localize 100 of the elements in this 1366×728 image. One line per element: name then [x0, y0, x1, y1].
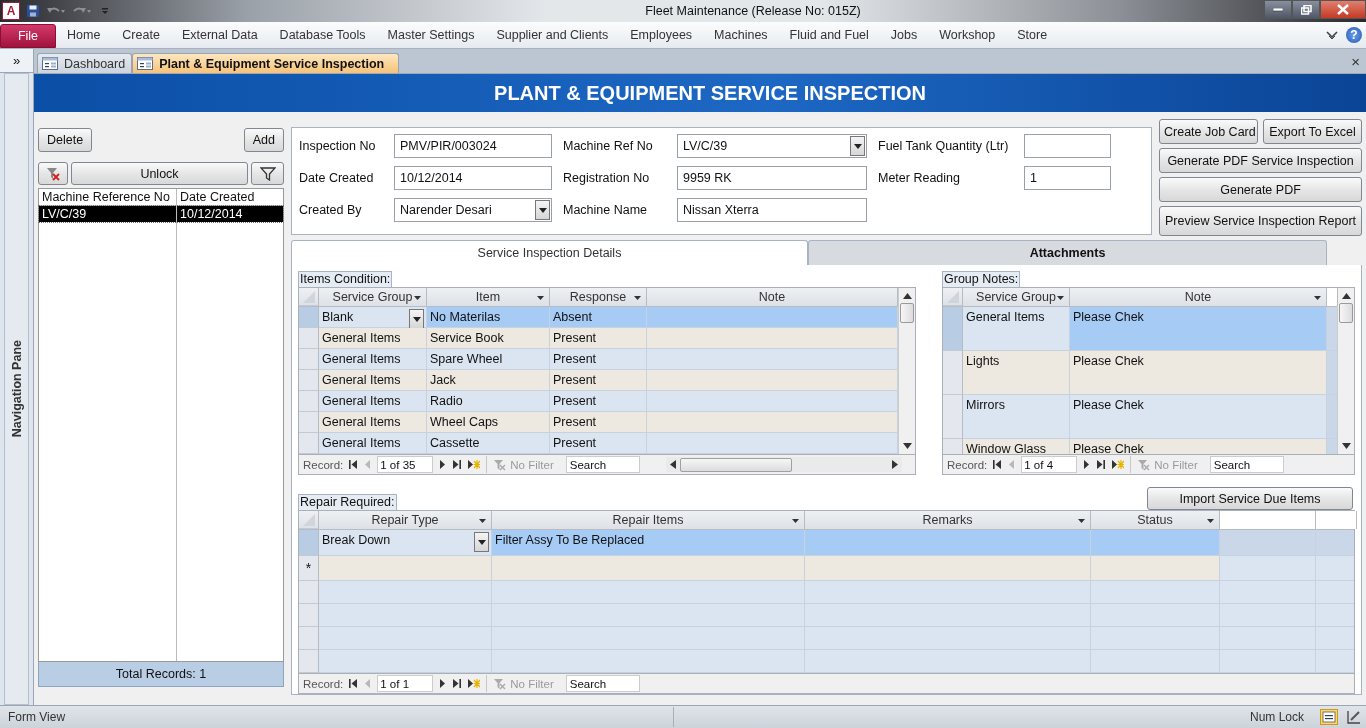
column-header[interactable]: Remarks: [805, 511, 1091, 529]
new-row-cell[interactable]: [492, 556, 805, 581]
new-record-icon[interactable]: [1111, 460, 1125, 469]
scroll-thumb[interactable]: [679, 457, 792, 472]
table-cell[interactable]: General Items: [319, 349, 427, 370]
dropdown-arrow-icon[interactable]: [1207, 519, 1214, 523]
table-cell[interactable]: Please Chek: [1070, 395, 1327, 439]
new-row-cell[interactable]: [805, 556, 1091, 581]
next-record-icon[interactable]: [439, 460, 447, 469]
table-cell[interactable]: [647, 328, 898, 349]
table-cell[interactable]: Present: [550, 412, 647, 433]
save-icon[interactable]: [26, 4, 40, 18]
table-cell[interactable]: [647, 433, 898, 454]
ribbon-tab[interactable]: Master Settings: [376, 23, 486, 47]
table-cell[interactable]: Present: [550, 433, 647, 454]
ribbon-tab[interactable]: Fluid and Fuel: [778, 23, 880, 47]
close-button[interactable]: [1320, 0, 1366, 19]
table-cell[interactable]: [647, 370, 898, 391]
nav-pane-toggle[interactable]: »: [0, 49, 33, 73]
table-cell[interactable]: Filter Assy To Be Replaced: [492, 530, 805, 556]
column-header[interactable]: Service Group: [319, 288, 427, 306]
ribbon-tab[interactable]: Machines: [703, 23, 779, 47]
ribbon-tab[interactable]: Store: [1006, 23, 1059, 47]
table-cell[interactable]: [1091, 530, 1220, 556]
table-cell[interactable]: Absent: [550, 307, 647, 328]
table-cell[interactable]: General Items: [319, 328, 427, 349]
new-record-icon[interactable]: [467, 460, 481, 469]
form-tab[interactable]: Service Inspection Details: [291, 240, 808, 265]
table-cell[interactable]: [647, 391, 898, 412]
table-cell[interactable]: [647, 349, 898, 370]
table-cell[interactable]: Present: [550, 328, 647, 349]
record-row[interactable]: LV/C/39 10/12/2014: [39, 206, 283, 222]
ribbon-collapse-icon[interactable]: [1326, 30, 1338, 40]
ribbon-tab[interactable]: Supplier and Clients: [485, 23, 620, 47]
last-record-icon[interactable]: [452, 679, 462, 688]
last-record-icon[interactable]: [452, 460, 462, 469]
first-record-icon[interactable]: [349, 679, 359, 688]
filter-button[interactable]: [251, 162, 284, 185]
table-cell[interactable]: [647, 412, 898, 433]
dropdown-arrow-icon[interactable]: [792, 519, 799, 523]
ribbon-tab[interactable]: Database Tools: [268, 23, 377, 47]
ribbon-tab[interactable]: External Data: [170, 23, 269, 47]
ribbon-tab[interactable]: Create: [111, 23, 171, 47]
first-record-icon[interactable]: [349, 460, 359, 469]
ribbon-tab[interactable]: Employees: [619, 23, 704, 47]
table-cell[interactable]: Cassette: [427, 433, 550, 454]
next-record-icon[interactable]: [439, 679, 447, 688]
table-cell[interactable]: Spare Wheel: [427, 349, 550, 370]
column-header[interactable]: Date Created: [177, 189, 283, 205]
action-button[interactable]: Export To Excel: [1263, 119, 1362, 144]
dropdown-button[interactable]: [409, 309, 424, 329]
table-cell[interactable]: Service Book: [427, 328, 550, 349]
new-row-cell[interactable]: [1091, 556, 1220, 581]
table-cell[interactable]: Break Down: [319, 530, 492, 556]
table-cell[interactable]: Please Chek: [1070, 439, 1327, 454]
design-view-icon[interactable]: [1346, 709, 1362, 725]
search-field[interactable]: Search: [565, 675, 640, 692]
vertical-scrollbar[interactable]: [898, 288, 915, 454]
table-cell[interactable]: General Items: [319, 370, 427, 391]
maximize-button[interactable]: [1292, 0, 1320, 19]
add-button[interactable]: Add: [243, 128, 284, 152]
text-field[interactable]: [1024, 134, 1111, 158]
clear-filter-button[interactable]: [38, 162, 68, 185]
dropdown-arrow-icon[interactable]: [1057, 296, 1064, 300]
dropdown-arrow-icon[interactable]: [1314, 296, 1321, 300]
table-cell[interactable]: Wheel Caps: [427, 412, 550, 433]
form-tab[interactable]: Attachments: [808, 240, 1327, 265]
table-cell[interactable]: No Materilas: [427, 307, 550, 328]
table-cell[interactable]: General Items: [963, 307, 1070, 351]
dropdown-field[interactable]: LV/C/39: [677, 134, 867, 158]
text-field[interactable]: PMV/PIR/003024: [394, 134, 552, 158]
dropdown-arrow-icon[interactable]: [537, 296, 544, 300]
scroll-down-icon[interactable]: [1340, 442, 1352, 450]
previous-record-icon[interactable]: [364, 460, 372, 469]
previous-record-icon[interactable]: [364, 679, 372, 688]
new-row-cell[interactable]: [319, 556, 492, 581]
text-field[interactable]: Nissan Xterra: [677, 198, 867, 222]
table-cell[interactable]: Present: [550, 349, 647, 370]
delete-button[interactable]: Delete: [38, 128, 93, 152]
table-cell[interactable]: [805, 530, 1091, 556]
dropdown-arrow-icon[interactable]: [414, 296, 421, 300]
ribbon-tab[interactable]: Workshop: [928, 23, 1007, 47]
last-record-icon[interactable]: [1096, 460, 1106, 469]
record-position-field[interactable]: 1 of 4: [1021, 456, 1078, 473]
ribbon-tab[interactable]: Home: [56, 23, 112, 47]
unlock-button[interactable]: Unlock: [71, 162, 248, 185]
next-record-icon[interactable]: [1083, 460, 1091, 469]
action-button[interactable]: Preview Service Inspection Report: [1159, 206, 1362, 236]
dropdown-arrow-icon[interactable]: [634, 296, 641, 300]
action-button[interactable]: Generate PDF: [1159, 177, 1362, 202]
form-view-icon[interactable]: [1320, 709, 1338, 725]
new-record-icon[interactable]: [467, 679, 481, 688]
horizontal-scrollbar[interactable]: [665, 457, 902, 472]
app-logo[interactable]: A: [2, 2, 20, 20]
table-cell[interactable]: Mirrors: [963, 395, 1070, 439]
dropdown-button[interactable]: [474, 532, 489, 552]
table-cell[interactable]: Radio: [427, 391, 550, 412]
close-tab-button[interactable]: ×: [1345, 50, 1366, 72]
dropdown-arrow-icon[interactable]: [479, 519, 486, 523]
nav-pane-label[interactable]: Navigation Pane: [9, 340, 24, 438]
